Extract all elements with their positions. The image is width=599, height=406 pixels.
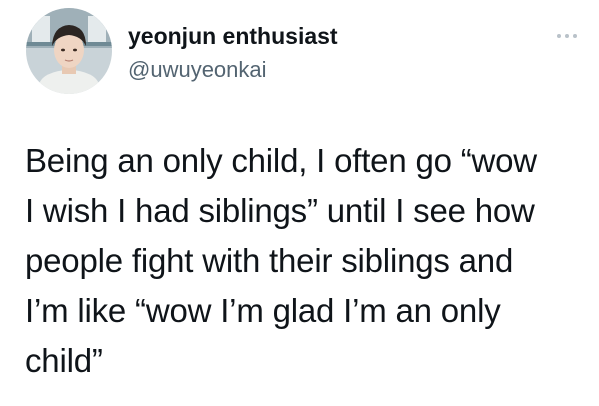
more-dot bbox=[557, 34, 561, 38]
more-dot bbox=[565, 34, 569, 38]
tweet-text: Being an only child, I often go “wow I w… bbox=[25, 142, 537, 379]
more-dot bbox=[573, 34, 577, 38]
author-info: yeonjun enthusiast @uwuyeonkai bbox=[128, 22, 338, 84]
more-icon[interactable] bbox=[549, 26, 585, 46]
tweet-card: yeonjun enthusiast @uwuyeonkai Being an … bbox=[0, 0, 599, 406]
user-handle[interactable]: @uwuyeonkai bbox=[128, 56, 338, 84]
avatar-image bbox=[26, 8, 112, 94]
avatar[interactable] bbox=[26, 8, 112, 94]
display-name[interactable]: yeonjun enthusiast bbox=[128, 22, 338, 50]
